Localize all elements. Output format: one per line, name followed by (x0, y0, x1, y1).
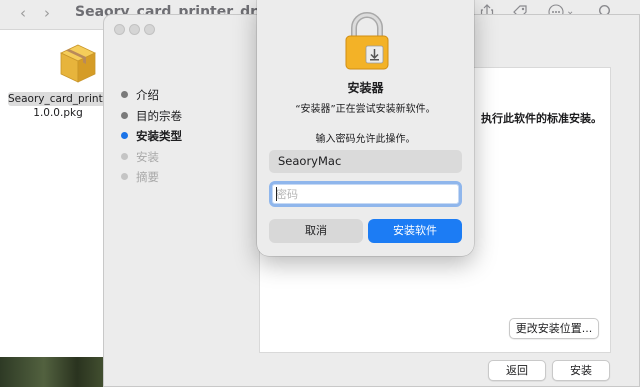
step-bullet (121, 91, 128, 98)
step-bullet (121, 132, 128, 139)
password-input[interactable] (272, 184, 459, 204)
step-destination: 目的宗卷 (120, 108, 182, 129)
change-location-button[interactable]: 更改安装位置... (509, 318, 599, 339)
install-description: 执行此软件的标准安装。 (481, 112, 602, 125)
forward-nav-icon[interactable]: › (44, 4, 50, 22)
package-file-extension: 1.0.0.pkg (33, 107, 83, 119)
step-label: 摘要 (136, 170, 159, 184)
username-field[interactable]: SeaoryMac (269, 150, 462, 173)
dialog-message: “安装器”正在尝试安装新软件。 (295, 104, 436, 115)
cancel-button[interactable]: 取消 (269, 219, 363, 243)
background-photo (0, 357, 110, 387)
step-install: 安装 (120, 149, 182, 170)
text-caret (276, 187, 277, 201)
lock-icon (343, 9, 391, 71)
step-bullet (121, 111, 128, 119)
step-summary: 摘要 (120, 169, 182, 190)
installer-steps: 介绍 目的宗卷 安装类型 安装 摘要 (120, 87, 182, 190)
package-file-label[interactable]: Seaory_card_printe 1.0.0.pkg (8, 92, 108, 120)
close-button[interactable] (114, 24, 125, 35)
package-file-name: Seaory_card_printe (8, 92, 108, 106)
password-field-wrapper (269, 181, 462, 207)
window-controls (114, 24, 159, 38)
step-introduction: 介绍 (120, 87, 182, 108)
step-bullet (121, 173, 128, 180)
package-icon[interactable] (58, 42, 98, 84)
back-nav-icon[interactable]: ‹ (20, 4, 26, 22)
auth-dialog: 安装器 “安装器”正在尝试安装新软件。 输入密码允许此操作。 SeaoryMac… (257, 0, 474, 256)
step-label: 安装 (136, 149, 159, 164)
install-software-button[interactable]: 安装软件 (368, 219, 462, 243)
step-label: 安装类型 (136, 129, 182, 143)
step-label: 目的宗卷 (136, 108, 182, 123)
step-bullet (121, 152, 128, 160)
dialog-title: 安装器 (347, 81, 384, 95)
zoom-button[interactable] (144, 24, 155, 35)
step-label: 介绍 (136, 88, 159, 102)
back-button[interactable]: 返回 (488, 360, 546, 381)
minimize-button[interactable] (129, 24, 140, 35)
dialog-prompt: 输入密码允许此操作。 (315, 134, 416, 145)
step-installation-type: 安装类型 (120, 128, 182, 149)
install-button[interactable]: 安装 (552, 360, 610, 381)
